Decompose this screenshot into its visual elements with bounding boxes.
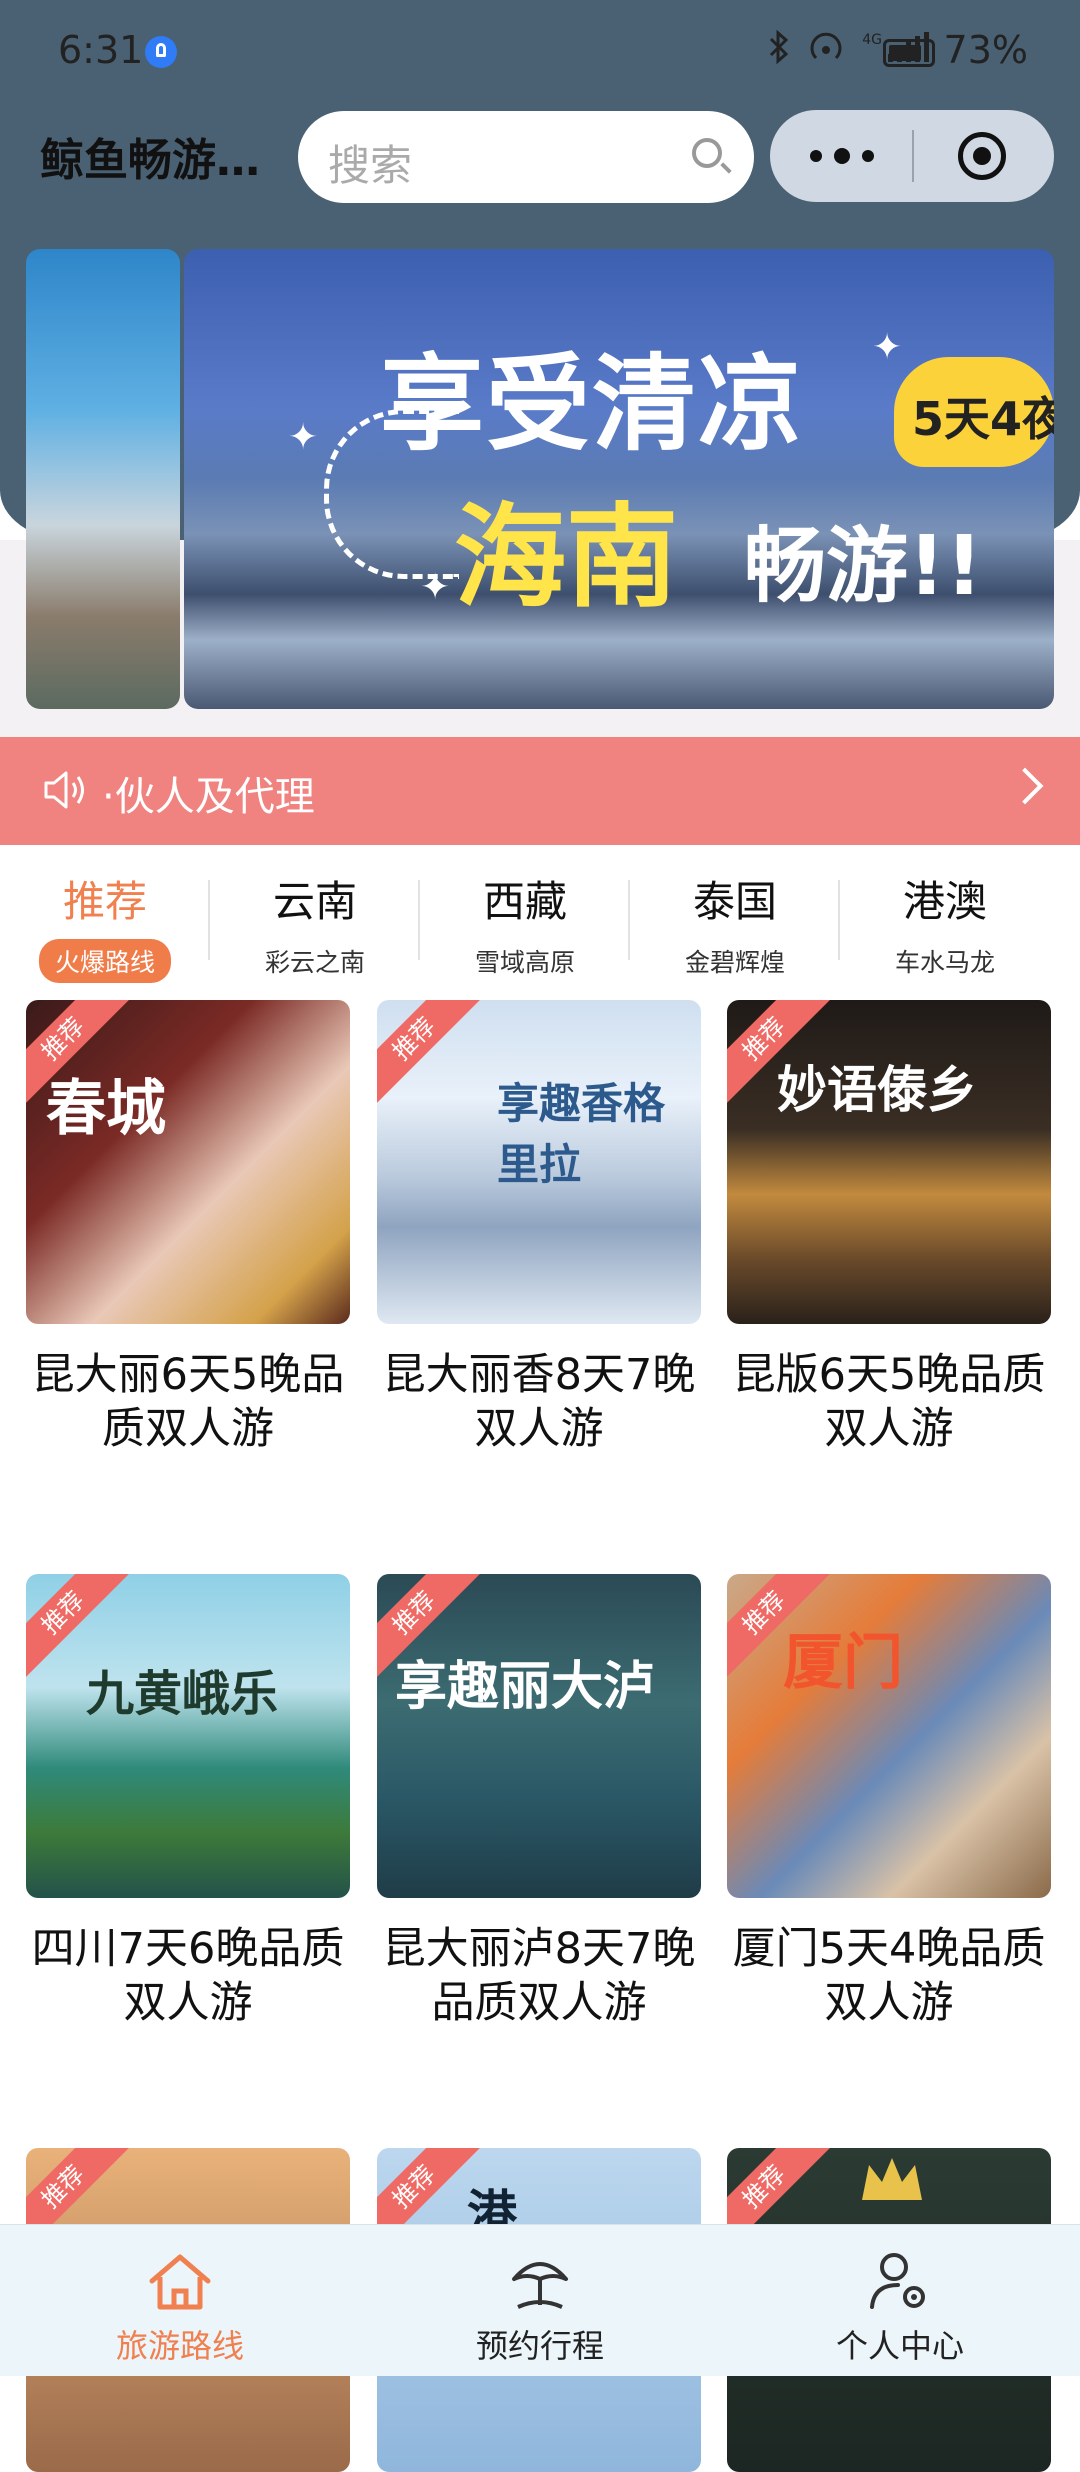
product-image-caption: 春城 bbox=[46, 1074, 166, 1144]
tab-hk-macau[interactable]: 港澳 车水马龙 bbox=[840, 862, 1050, 982]
product-name[interactable]: 昆大丽泸8天7晚品质双人游 bbox=[377, 1922, 701, 2030]
tab-yunnan[interactable]: 云南 彩云之南 bbox=[210, 862, 420, 982]
home-icon bbox=[149, 2254, 211, 2310]
app-title: 鲸鱼畅游… bbox=[40, 135, 260, 186]
product-name[interactable]: 四川7天6晚品质双人游 bbox=[26, 1922, 350, 2030]
banner-badge: 5天4夜 bbox=[894, 357, 1054, 467]
product-card[interactable]: 推荐 享趣香格里拉 昆大丽香8天7晚双人游 bbox=[377, 1000, 701, 1456]
notice-bar[interactable]: ·伙人及代理 bbox=[0, 737, 1080, 845]
search-placeholder: 搜索 bbox=[328, 141, 413, 190]
product-image[interactable]: 推荐 享趣香格里拉 bbox=[377, 1000, 701, 1324]
status-bar: 6:31 4G 73% bbox=[0, 0, 1080, 105]
banner-slide-hainan[interactable]: ✦ ✦ ✦ 享受清凉 5天4夜 海南 畅游!! bbox=[184, 249, 1054, 709]
product-image[interactable]: 推荐 享趣丽大泸 bbox=[377, 1574, 701, 1898]
product-name[interactable]: 昆大丽香8天7晚双人游 bbox=[377, 1348, 701, 1456]
product-image-caption: 妙语傣乡 bbox=[777, 1061, 977, 1119]
chevron-right-icon[interactable] bbox=[1006, 767, 1044, 805]
sparkle-icon: ✦ bbox=[420, 567, 451, 608]
battery-icon bbox=[883, 39, 935, 67]
product-name[interactable]: 昆大丽6天5晚品质双人游 bbox=[26, 1348, 350, 1456]
banner-highlight: 海南 bbox=[454, 493, 678, 623]
product-card[interactable]: 推荐 妙语傣乡 昆版6天5晚品质双人游 bbox=[727, 1000, 1051, 1456]
capsule-divider bbox=[912, 130, 914, 182]
hotspot-icon bbox=[810, 32, 842, 60]
mini-program-capsule bbox=[770, 110, 1054, 202]
nav-label: 预约行程 bbox=[475, 2327, 604, 2365]
product-image-caption: 享趣香格里拉 bbox=[497, 1079, 666, 1189]
tab-recommended[interactable]: 推荐 火爆路线 bbox=[0, 862, 210, 983]
tab-thailand[interactable]: 泰国 金碧辉煌 bbox=[630, 862, 840, 982]
bottom-navigation: 旅游路线 预约行程 个人中心 bbox=[0, 2224, 1080, 2376]
product-card[interactable]: 推荐 春城 昆大丽6天5晚品质双人游 bbox=[26, 1000, 350, 1456]
banner-subline: 畅游!! bbox=[744, 519, 983, 614]
status-time: 6:31 bbox=[58, 28, 144, 72]
product-image-caption: 九黄峨乐 bbox=[86, 1666, 279, 1722]
product-image[interactable]: 推荐 妙语傣乡 bbox=[727, 1000, 1051, 1324]
product-image[interactable]: 推荐 厦门 bbox=[727, 1574, 1051, 1898]
product-image-caption: 厦门 bbox=[783, 1628, 903, 1698]
sparkle-icon: ✦ bbox=[288, 417, 319, 458]
battery-percent: 73% bbox=[943, 28, 1028, 72]
nav-profile[interactable]: 个人中心 bbox=[720, 2225, 1080, 2376]
recommend-ribbon: 推荐 bbox=[377, 1000, 481, 1106]
tab-tibet[interactable]: 西藏 雪域高原 bbox=[420, 862, 630, 982]
network-type: 4G bbox=[862, 32, 882, 48]
category-tabs: 推荐 火爆路线 云南 彩云之南 西藏 雪域高原 泰国 金碧辉煌 港澳 车水马龙 bbox=[0, 862, 1080, 983]
crown-icon bbox=[862, 2158, 922, 2200]
product-name[interactable]: 厦门5天4晚品质双人游 bbox=[727, 1922, 1051, 2030]
product-name[interactable]: 昆版6天5晚品质双人游 bbox=[727, 1348, 1051, 1456]
speaker-icon bbox=[44, 771, 84, 809]
more-options-icon[interactable] bbox=[810, 136, 884, 176]
close-program-icon[interactable] bbox=[958, 132, 1006, 180]
nav-label: 旅游路线 bbox=[115, 2327, 244, 2365]
sparkle-icon: ✦ bbox=[872, 327, 903, 368]
product-image[interactable]: 推荐 九黄峨乐 bbox=[26, 1574, 350, 1898]
beach-umbrella-icon bbox=[512, 2262, 568, 2309]
product-image-caption: 享趣丽大泸 bbox=[395, 1657, 656, 1717]
search-input[interactable]: 搜索 bbox=[298, 111, 754, 203]
banner-prev-slide[interactable] bbox=[26, 249, 180, 709]
product-card[interactable]: 推荐 享趣丽大泸 昆大丽泸8天7晚品质双人游 bbox=[377, 1574, 701, 2030]
search-icon[interactable] bbox=[692, 138, 722, 168]
nav-label: 个人中心 bbox=[835, 2327, 964, 2365]
notice-text: ·伙人及代理 bbox=[102, 774, 315, 820]
nav-travel-routes[interactable]: 旅游路线 bbox=[0, 2225, 360, 2376]
product-image[interactable]: 推荐 春城 bbox=[26, 1000, 350, 1324]
product-card[interactable]: 推荐 厦门 厦门5天4晚品质双人游 bbox=[727, 1574, 1051, 2030]
notification-bulb-icon bbox=[145, 36, 177, 68]
bluetooth-icon bbox=[770, 30, 789, 64]
product-card[interactable]: 推荐 九黄峨乐 四川7天6晚品质双人游 bbox=[26, 1574, 350, 2030]
nav-booking[interactable]: 预约行程 bbox=[360, 2225, 720, 2376]
user-settings-icon bbox=[870, 2253, 925, 2309]
banner-headline: 享受清凉 bbox=[380, 343, 805, 465]
